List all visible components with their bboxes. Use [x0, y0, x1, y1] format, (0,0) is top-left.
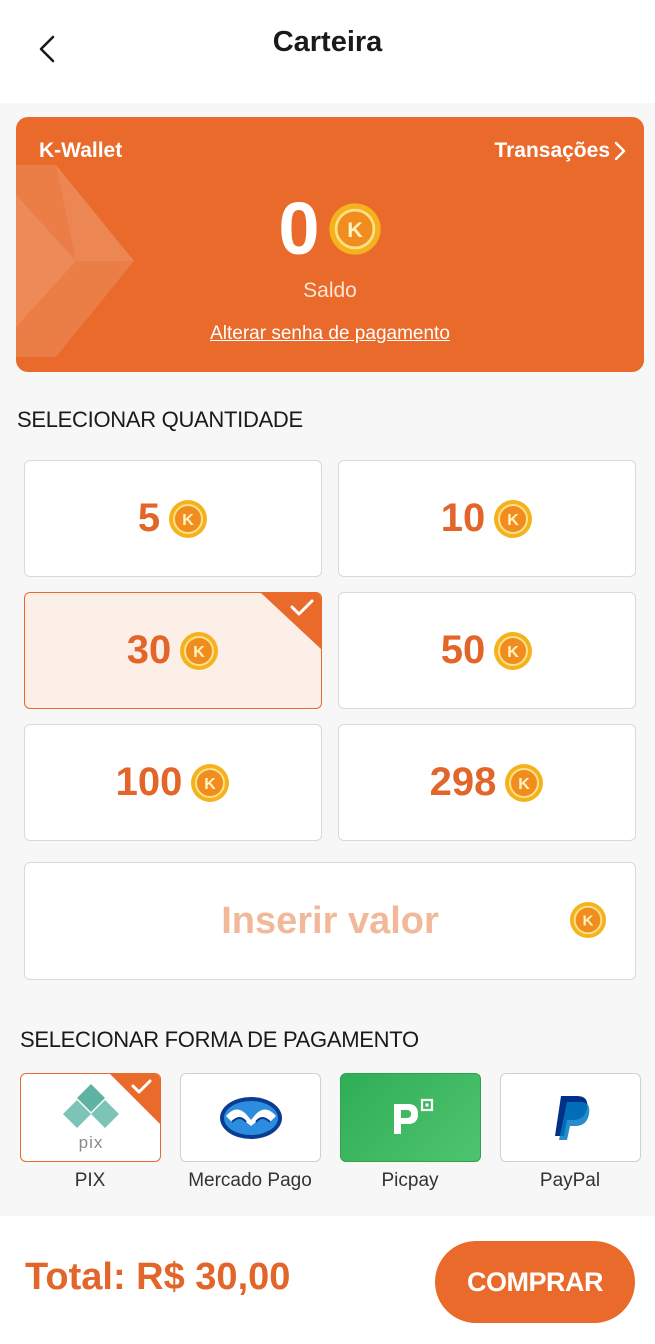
amount-value: 5 [137, 496, 161, 540]
buy-button[interactable]: COMPRAR [435, 1241, 635, 1323]
chevron-right-icon [614, 141, 626, 161]
k-coin-icon: K [328, 203, 381, 255]
amount-value: 298 [429, 760, 497, 804]
payment-section-title: SELECIONAR FORMA DE PAGAMENTO [20, 1027, 419, 1052]
checkout-footer: Total: R$ 30,00 COMPRAR [0, 1216, 655, 1344]
svg-text:K: K [182, 512, 194, 529]
amount-option-30[interactable]: 30 K [24, 592, 322, 709]
picpay-icon [393, 1098, 433, 1134]
k-coin-icon: K [569, 901, 607, 939]
payment-label-paypal: PayPal [539, 1170, 601, 1191]
amount-option-100[interactable]: 100 K [24, 724, 322, 841]
selected-check-icon [110, 1074, 160, 1124]
balance-label: Saldo [303, 279, 357, 302]
amount-option-10[interactable]: 10 K [338, 460, 636, 577]
payment-option-picpay[interactable] [340, 1073, 481, 1162]
page-title: Carteira [272, 26, 383, 58]
amount-option-5[interactable]: 5 K [24, 460, 322, 577]
payment-label-pix: PIX [74, 1170, 106, 1191]
quantity-section-title: SELECIONAR QUANTIDADE [17, 407, 303, 432]
svg-text:K: K [507, 512, 519, 529]
balance-row: 0 K [16, 189, 644, 269]
k-coin-icon: K [169, 499, 208, 538]
custom-amount-coin: K [569, 901, 607, 944]
k-coin-icon: K [180, 631, 219, 670]
payment-label-mercado-pago: Mercado Pago [188, 1170, 312, 1191]
custom-amount-placeholder: Inserir valor [221, 899, 439, 942]
transactions-link[interactable]: Transações [494, 139, 626, 163]
total-amount: Total: R$ 30,00 [25, 1256, 291, 1298]
amount-value: 10 [440, 496, 486, 540]
k-coin-icon: K [191, 763, 230, 802]
app-header: Carteira [0, 0, 655, 103]
amount-option-298[interactable]: 298 K [338, 724, 636, 841]
k-coin-icon: K [494, 499, 533, 538]
wallet-card: K-Wallet Transações 0 K Saldo Alterar se… [16, 117, 644, 372]
svg-text:K: K [205, 776, 217, 793]
k-coin-icon: K [505, 763, 544, 802]
transactions-label: Transações [494, 139, 610, 162]
svg-text:pix: pix [78, 1133, 103, 1152]
svg-text:K: K [507, 644, 519, 661]
svg-text:K: K [347, 217, 363, 242]
custom-amount-input[interactable]: Inserir valor K [24, 862, 636, 980]
paypal-icon [554, 1095, 589, 1140]
amount-value: 50 [440, 628, 486, 672]
change-password-link[interactable]: Alterar senha de pagamento [16, 323, 644, 345]
svg-text:K: K [519, 776, 531, 793]
amount-value: 100 [115, 760, 183, 804]
payment-label-picpay: Picpay [381, 1170, 439, 1191]
payment-option-pix[interactable]: pix [20, 1073, 161, 1162]
selected-check-icon [261, 593, 321, 649]
k-coin-icon: K [494, 631, 533, 670]
svg-text:K: K [193, 644, 205, 661]
amount-value: 30 [126, 628, 172, 672]
amount-option-50[interactable]: 50 K [338, 592, 636, 709]
payment-option-paypal[interactable] [500, 1073, 641, 1162]
svg-text:K: K [583, 913, 594, 930]
wallet-name: K-Wallet [39, 139, 123, 162]
balance-value: 0 [278, 187, 320, 270]
payment-option-mercado-pago[interactable] [180, 1073, 321, 1162]
mercado-pago-icon [219, 1096, 282, 1139]
